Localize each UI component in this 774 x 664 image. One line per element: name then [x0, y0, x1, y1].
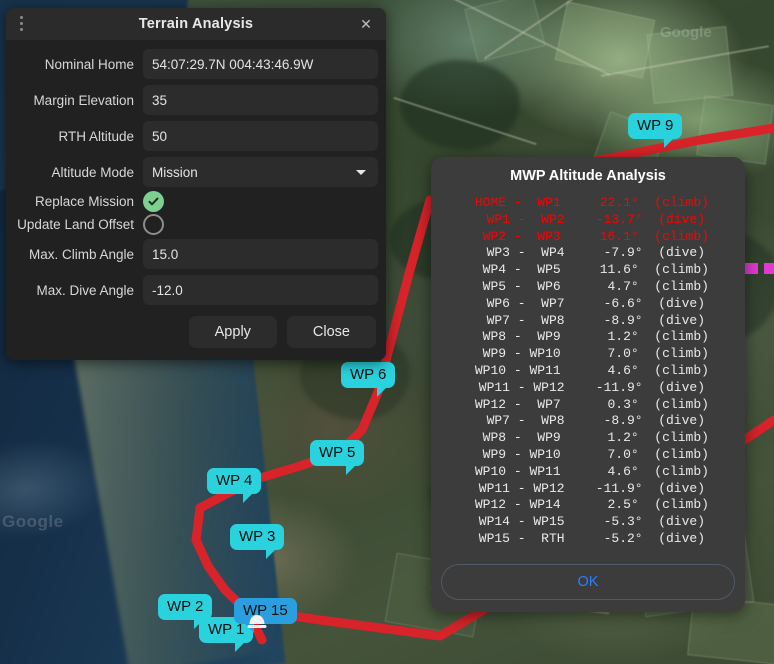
mwp-panel-title: MWP Altitude Analysis [431, 157, 745, 193]
toggle-row-replace-mission: Replace Mission [6, 190, 386, 213]
altitude-analysis-row: WP8 - WP9 1.2° (climb) [431, 329, 745, 346]
altitude-analysis-row: WP10 - WP11 4.6° (climb) [431, 363, 745, 380]
altitude-analysis-row: WP15 - RTH -5.2° (dive) [431, 531, 745, 548]
mwp-panel-footer: OK [431, 560, 745, 612]
max-climb-angle-label: Max. Climb Angle [14, 247, 134, 262]
max-climb-angle-input[interactable]: 15.0 [143, 239, 378, 269]
map-waypoint-marker[interactable]: WP 5 [310, 440, 364, 466]
rth-altitude-label: RTH Altitude [14, 129, 134, 144]
toggle-row-update-land-offset: Update Land Offset [6, 213, 386, 236]
dialog-title-bar[interactable]: Terrain Analysis ✕ [6, 8, 386, 40]
altitude-analysis-row: WP3 - WP4 -7.9° (dive) [431, 245, 745, 262]
altitude-analysis-row: HOME - WP1 22.1° (climb) [431, 195, 745, 212]
dialog-title: Terrain Analysis [139, 16, 253, 32]
altitude-analysis-row: WP11 - WP12 -11.9° (dive) [431, 380, 745, 397]
altitude-analysis-row: WP10 - WP11 4.6° (climb) [431, 464, 745, 481]
dialog-actions: Apply Close [6, 308, 386, 350]
field-row-max-dive-angle: Max. Dive Angle -12.0 [6, 272, 386, 308]
field-row-altitude-mode: Altitude Mode Mission [6, 154, 386, 190]
altitude-analysis-list: HOME - WP1 22.1° (climb) WP1 - WP2 -13.7… [431, 193, 745, 560]
map-waypoint-marker[interactable]: WP 3 [230, 524, 284, 550]
rth-altitude-input[interactable]: 50 [143, 121, 378, 151]
altitude-mode-value: Mission [152, 165, 198, 180]
replace-mission-checkbox[interactable] [143, 191, 164, 212]
altitude-analysis-row: WP9 - WP10 7.0° (climb) [431, 346, 745, 363]
map-attribution-overlay: Google [660, 24, 712, 41]
nominal-home-input[interactable]: 54:07:29.7N 004:43:46.9W [143, 49, 378, 79]
margin-elevation-label: Margin Elevation [14, 93, 134, 108]
altitude-analysis-row: WP11 - WP12 -11.9° (dive) [431, 481, 745, 498]
altitude-analysis-row: WP12 - WP14 2.5° (climb) [431, 497, 745, 514]
map-waypoint-marker[interactable]: WP 9 [628, 113, 682, 139]
app-root: Google Google WP 9 WP 6 WP 5 WP 4 WP 3 W… [0, 0, 774, 664]
altitude-analysis-row: WP4 - WP5 11.6° (climb) [431, 262, 745, 279]
map-field [696, 95, 774, 164]
altitude-mode-select[interactable]: Mission [143, 157, 378, 187]
altitude-analysis-row: WP5 - WP6 4.7° (climb) [431, 279, 745, 296]
close-button[interactable]: Close [287, 316, 376, 348]
update-land-offset-checkbox[interactable] [143, 214, 164, 235]
altitude-analysis-row: WP14 - WP15 -5.3° (dive) [431, 514, 745, 531]
altitude-analysis-row: WP1 - WP2 -13.7° (dive) [431, 212, 745, 229]
chevron-down-icon [356, 170, 366, 175]
map-attribution: Google [2, 512, 64, 532]
altitude-analysis-row: WP7 - WP8 -8.9° (dive) [431, 413, 745, 430]
close-icon[interactable]: ✕ [358, 16, 374, 32]
max-dive-angle-label: Max. Dive Angle [14, 283, 134, 298]
map-waypoint-marker[interactable]: WP 4 [207, 468, 261, 494]
field-row-rth-altitude: RTH Altitude 50 [6, 118, 386, 154]
altitude-mode-label: Altitude Mode [14, 165, 134, 180]
altitude-analysis-row: WP7 - WP8 -8.9° (dive) [431, 313, 745, 330]
margin-elevation-input[interactable]: 35 [143, 85, 378, 115]
drag-handle-icon[interactable] [20, 16, 23, 31]
map-marker-magenta [745, 263, 758, 274]
altitude-analysis-row: WP2 - WP3 16.1° (climb) [431, 229, 745, 246]
home-landing-icon [244, 608, 270, 634]
replace-mission-label: Replace Mission [14, 194, 134, 209]
map-marker-magenta [764, 263, 774, 274]
field-row-max-climb-angle: Max. Climb Angle 15.0 [6, 236, 386, 272]
terrain-analysis-dialog[interactable]: Terrain Analysis ✕ Nominal Home 54:07:29… [6, 8, 386, 360]
field-row-margin-elevation: Margin Elevation 35 [6, 82, 386, 118]
mwp-altitude-analysis-panel[interactable]: MWP Altitude Analysis HOME - WP1 22.1° (… [431, 157, 745, 612]
ok-button[interactable]: OK [441, 564, 735, 600]
dialog-body: Nominal Home 54:07:29.7N 004:43:46.9W Ma… [6, 40, 386, 360]
field-row-nominal-home: Nominal Home 54:07:29.7N 004:43:46.9W [6, 46, 386, 82]
apply-button[interactable]: Apply [189, 316, 277, 348]
update-land-offset-label: Update Land Offset [14, 217, 134, 232]
altitude-analysis-row: WP6 - WP7 -6.6° (dive) [431, 296, 745, 313]
check-icon [147, 195, 160, 208]
max-dive-angle-input[interactable]: -12.0 [143, 275, 378, 305]
altitude-analysis-row: WP12 - WP7 0.3° (climb) [431, 397, 745, 414]
altitude-analysis-row: WP8 - WP9 1.2° (climb) [431, 430, 745, 447]
map-waypoint-marker[interactable]: WP 6 [341, 362, 395, 388]
nominal-home-label: Nominal Home [14, 57, 134, 72]
altitude-analysis-row: WP9 - WP10 7.0° (climb) [431, 447, 745, 464]
